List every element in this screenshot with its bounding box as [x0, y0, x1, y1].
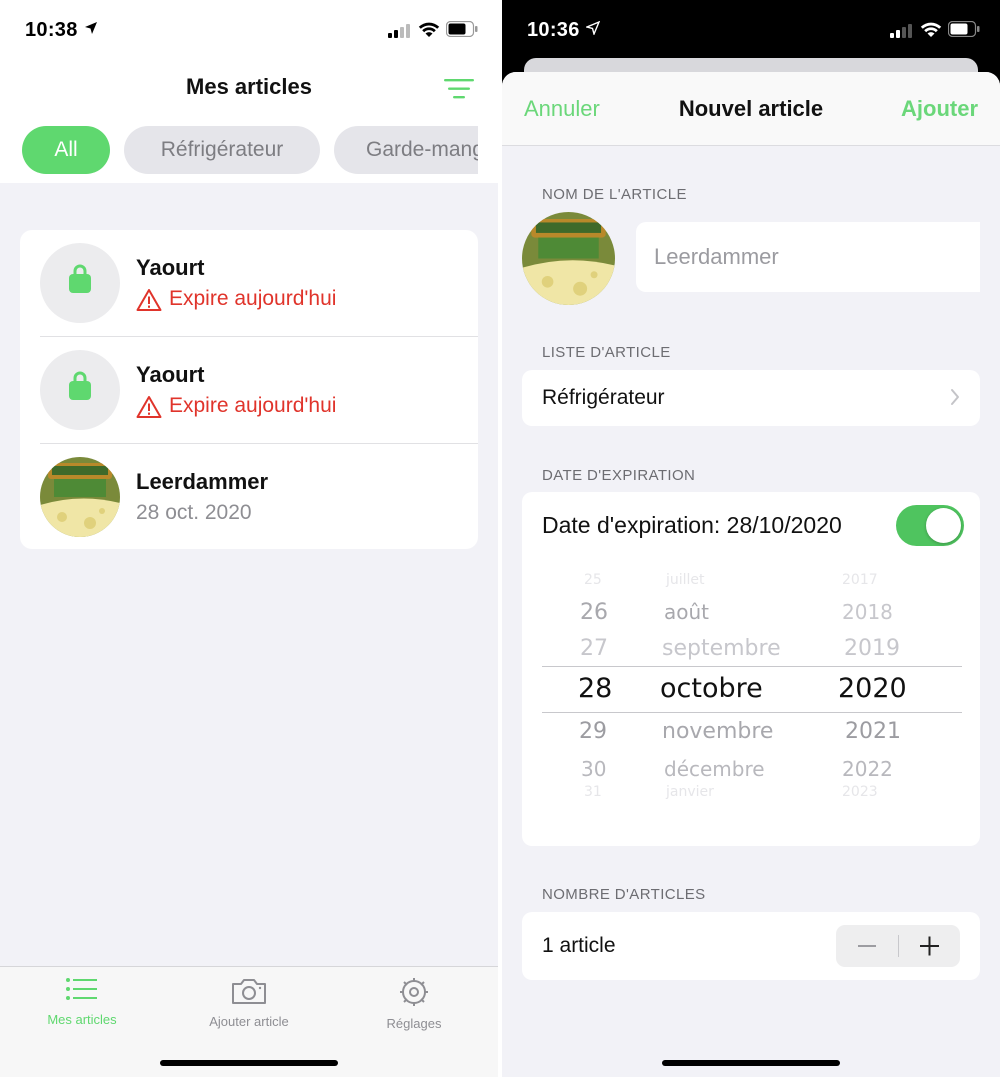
status-time: 10:38 — [25, 19, 78, 41]
selected-list: Réfrigérateur — [542, 386, 665, 409]
item-thumbnail — [40, 457, 120, 537]
new-item-screen: 10:36 Annuler Nouvel article Ajouter NOM… — [502, 0, 1000, 1077]
signal-icon — [890, 24, 912, 43]
chip-all[interactable]: All — [22, 126, 110, 174]
new-item-sheet: Annuler Nouvel article Ajouter NOM DE L'… — [502, 72, 1000, 1077]
picker-day[interactable]: 30 — [581, 757, 606, 781]
item-name: Leerdammer — [136, 469, 269, 494]
wifi-icon — [920, 21, 942, 43]
item-thumbnail — [40, 350, 120, 430]
toggle-knob — [926, 508, 961, 543]
add-button[interactable]: Ajouter — [901, 96, 978, 122]
picker-day[interactable]: 26 — [580, 600, 608, 625]
tab-settings[interactable]: Réglages — [354, 977, 474, 1031]
increment-button[interactable] — [899, 925, 960, 967]
section-label-name: NOM DE L'ARTICLE — [542, 186, 687, 203]
section-label-list: LISTE D'ARTICLE — [542, 344, 671, 361]
expiry-date-label: Date d'expiration: 28/10/2020 — [542, 512, 842, 538]
picker-year[interactable]: 2023 — [842, 784, 878, 800]
picker-year[interactable]: 2019 — [844, 636, 900, 661]
list-item[interactable]: Yaourt Expire aujourd'hui — [20, 337, 478, 443]
tab-my-items[interactable]: Mes articles — [22, 977, 142, 1027]
my-items-screen: 10:38 Mes articles All Réfrigérateur Gar… — [0, 0, 498, 1077]
item-name: Yaourt — [136, 255, 205, 280]
warning-icon — [136, 395, 162, 424]
navigation-bar: Annuler Nouvel article Ajouter — [502, 72, 1000, 146]
camera-icon — [232, 979, 266, 1004]
expiry-toggle[interactable] — [896, 505, 964, 546]
list-item[interactable]: Leerdammer 28 oct. 2020 — [20, 444, 478, 549]
category-chips: All Réfrigérateur Garde-manger — [22, 126, 478, 174]
tab-add-item[interactable]: Ajouter article — [189, 977, 309, 1029]
wifi-icon — [418, 21, 440, 43]
picker-selection-top — [542, 666, 962, 667]
picker-month[interactable]: septembre — [662, 636, 781, 661]
chip-refrigerator[interactable]: Réfrigérateur — [124, 126, 320, 174]
cheese-photo — [522, 212, 615, 305]
home-indicator — [160, 1060, 338, 1066]
section-label-count: NOMBRE D'ARTICLES — [542, 886, 706, 903]
picker-year[interactable]: 2017 — [842, 572, 878, 588]
picker-year[interactable]: 2021 — [845, 719, 901, 744]
section-label-expiry: DATE D'EXPIRATION — [542, 467, 696, 484]
status-bar: 10:36 — [502, 0, 1000, 60]
item-expiry-status: Expire aujourd'hui — [169, 287, 337, 310]
picker-year-selected[interactable]: 2020 — [838, 673, 907, 704]
tab-label: Mes articles — [47, 1012, 117, 1027]
picker-day[interactable]: 31 — [584, 784, 602, 800]
filter-icon[interactable] — [444, 78, 474, 100]
item-count: 1 article — [542, 934, 616, 957]
picker-month[interactable]: novembre — [662, 719, 773, 744]
tab-label: Réglages — [386, 1016, 442, 1031]
picker-month[interactable]: janvier — [666, 784, 714, 800]
bag-icon — [69, 371, 91, 400]
date-picker[interactable]: 25 26 27 28 29 30 31 juillet août septem… — [522, 572, 980, 812]
cheese-photo — [40, 457, 120, 537]
minus-icon — [858, 945, 876, 947]
battery-icon — [947, 20, 980, 42]
gear-icon — [400, 978, 428, 1006]
quantity-stepper[interactable] — [836, 925, 960, 967]
bag-icon — [69, 264, 91, 293]
item-photo[interactable] — [522, 212, 615, 305]
warning-icon — [136, 288, 162, 317]
list-item[interactable]: Yaourt Expire aujourd'hui — [20, 230, 478, 336]
location-arrow-icon — [84, 21, 98, 40]
item-list-selector[interactable]: Réfrigérateur — [522, 370, 980, 426]
picker-month-selected[interactable]: octobre — [660, 673, 763, 704]
chevron-right-icon — [950, 388, 960, 411]
list-icon — [66, 978, 97, 1000]
picker-day-selected[interactable]: 28 — [578, 673, 612, 704]
signal-icon — [388, 24, 410, 43]
status-bar: 10:38 — [0, 0, 498, 60]
tab-label: Ajouter article — [209, 1014, 289, 1029]
picker-month[interactable]: décembre — [664, 757, 765, 781]
battery-icon — [445, 20, 478, 42]
items-list: Yaourt Expire aujourd'hui Yaourt Expire … — [20, 230, 478, 549]
picker-year[interactable]: 2018 — [842, 600, 893, 624]
picker-month[interactable]: juillet — [666, 572, 705, 588]
page-title: Mes articles — [186, 74, 312, 99]
item-thumbnail — [40, 243, 120, 323]
chip-pantry[interactable]: Garde-manger — [334, 126, 478, 174]
item-name: Yaourt — [136, 362, 205, 387]
status-time: 10:36 — [527, 19, 580, 41]
expiry-date-card: Date d'expiration: 28/10/2020 25 26 27 2… — [522, 492, 980, 846]
picker-day[interactable]: 27 — [580, 636, 608, 661]
tab-bar: Mes articles Ajouter article Réglages — [0, 966, 498, 1077]
plus-icon — [920, 936, 939, 956]
picker-day[interactable]: 29 — [579, 719, 607, 744]
home-indicator — [662, 1060, 840, 1066]
item-expiry-status: Expire aujourd'hui — [169, 394, 337, 417]
location-arrow-icon — [584, 20, 601, 40]
picker-month[interactable]: août — [664, 600, 709, 624]
item-count-row: 1 article — [522, 912, 980, 980]
decrement-button[interactable] — [836, 925, 898, 967]
item-name-input[interactable]: Leerdammer — [636, 222, 980, 292]
picker-selection-bottom — [542, 712, 962, 713]
item-expiry-date: 28 oct. 2020 — [136, 501, 252, 524]
picker-year[interactable]: 2022 — [842, 757, 893, 781]
picker-day[interactable]: 25 — [584, 572, 602, 588]
header: 10:38 Mes articles All Réfrigérateur Gar… — [0, 0, 498, 183]
